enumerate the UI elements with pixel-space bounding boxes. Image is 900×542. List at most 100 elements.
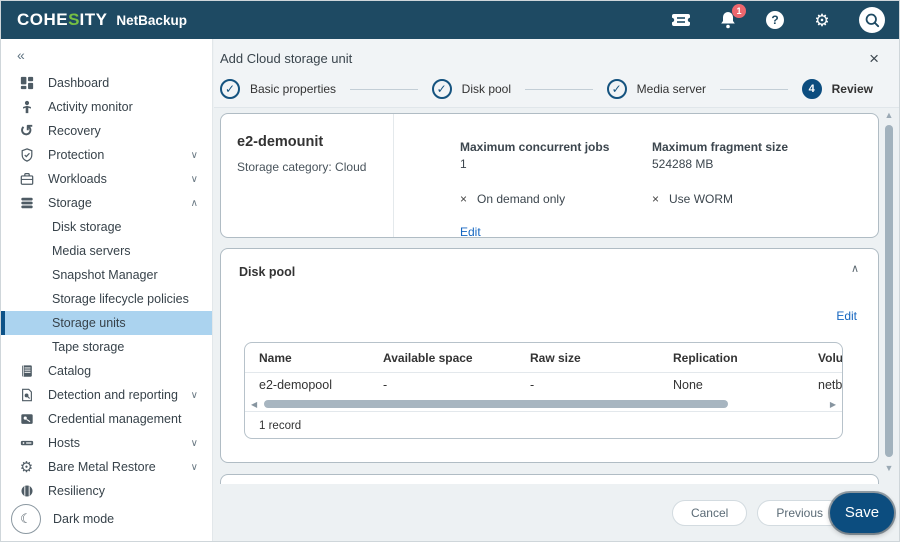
dashboard-icon xyxy=(18,75,35,92)
sidebar-collapse-button[interactable]: « xyxy=(1,39,212,71)
dark-mode-toggle[interactable]: ☾ Dark mode xyxy=(11,504,114,534)
collapse-chevrons-icon: « xyxy=(17,47,25,63)
sidebar-item-bare-metal-restore[interactable]: ⚙ Bare Metal Restore ∨ xyxy=(1,455,212,479)
sidebar-item-resiliency[interactable]: Resiliency xyxy=(1,479,212,503)
detection-report-icon xyxy=(18,387,35,404)
storage-category: Storage category: Cloud xyxy=(237,160,383,174)
cell-replication: None xyxy=(673,378,818,392)
chevron-down-icon: ∨ xyxy=(191,390,198,401)
cohesity-netbackup-logo: COHESITY NetBackup xyxy=(17,10,187,30)
sidebar-item-hosts[interactable]: Hosts ∨ xyxy=(1,431,212,455)
sidebar-item-credential-management[interactable]: Credential management xyxy=(1,407,212,431)
step-basic-properties[interactable]: ✓ Basic properties xyxy=(220,79,336,99)
scroll-left-icon[interactable]: ◀ xyxy=(251,400,257,409)
sidebar-item-tape-storage[interactable]: Tape storage xyxy=(1,335,212,359)
close-icon[interactable]: × xyxy=(869,50,879,67)
step-media-server[interactable]: ✓ Media server xyxy=(607,79,706,99)
settings-column-2: Maximum fragment size 524288 MB × Use WO… xyxy=(652,140,788,237)
wizard-header: Add Cloud storage unit × ✓ Basic propert… xyxy=(214,39,899,108)
step-label: Basic properties xyxy=(250,82,336,96)
search-avatar-icon[interactable] xyxy=(859,7,885,33)
step-check-icon: ✓ xyxy=(607,79,627,99)
sidebar-item-storage-units[interactable]: Storage units xyxy=(1,311,212,335)
table-row[interactable]: e2-demopool - - None netbackup xyxy=(245,373,842,397)
resiliency-icon xyxy=(18,483,35,500)
step-label: Disk pool xyxy=(462,82,511,96)
sidebar-item-label: Storage xyxy=(48,196,92,210)
sidebar-item-label: Bare Metal Restore xyxy=(48,460,156,474)
hosts-server-icon xyxy=(18,435,35,452)
edit-disk-pool-link[interactable]: Edit xyxy=(836,309,857,323)
activity-monitor-icon xyxy=(18,99,35,116)
stepper-connector xyxy=(350,89,418,90)
review-summary-card: e2-demounit Storage category: Cloud Maxi… xyxy=(220,113,879,238)
field-label: Maximum fragment size xyxy=(652,140,788,154)
sidebar-item-recovery[interactable]: ↺ Recovery xyxy=(1,119,212,143)
step-disk-pool[interactable]: ✓ Disk pool xyxy=(432,79,511,99)
sidebar-item-protection[interactable]: Protection ∨ xyxy=(1,143,212,167)
vertical-scroll-thumb[interactable] xyxy=(885,125,893,457)
chevron-down-icon: ∨ xyxy=(191,150,198,161)
sidebar-item-label: Storage units xyxy=(52,316,126,330)
edit-basic-properties-link[interactable]: Edit xyxy=(460,225,481,239)
topbar-actions: 1 ? ⚙ xyxy=(671,7,885,33)
collapse-section-icon[interactable]: ∧ xyxy=(851,262,859,275)
column-header-replication: Replication xyxy=(673,351,818,365)
sidebar-nav: « Dashboard Activity monitor ↺ Reco xyxy=(1,39,213,541)
step-label: Media server xyxy=(637,82,706,96)
scroll-right-icon[interactable]: ▶ xyxy=(830,400,836,409)
page-title: Add Cloud storage unit xyxy=(220,51,881,66)
horizontal-scroll-thumb[interactable] xyxy=(264,400,728,408)
sidebar-item-disk-storage[interactable]: Disk storage xyxy=(1,215,212,239)
flag-label: Use WORM xyxy=(669,192,733,206)
horizontal-scrollbar: ◀ ▶ xyxy=(245,397,842,411)
logo-text-s: S xyxy=(68,10,79,30)
sidebar-item-label: Protection xyxy=(48,148,104,162)
help-icon[interactable]: ? xyxy=(765,10,785,30)
bare-metal-restore-gear-icon: ⚙ xyxy=(18,459,35,476)
disk-pool-section: Disk pool ∧ Edit Name Available space Ra… xyxy=(220,248,879,463)
sidebar-item-media-servers[interactable]: Media servers xyxy=(1,239,212,263)
sidebar-item-label: Detection and reporting xyxy=(48,388,178,402)
sidebar-item-activity-monitor[interactable]: Activity monitor xyxy=(1,95,212,119)
sidebar-item-workloads[interactable]: Workloads ∨ xyxy=(1,167,212,191)
step-review[interactable]: 4 Review xyxy=(802,79,873,99)
sidebar-item-catalog[interactable]: Catalog xyxy=(1,359,212,383)
sidebar-item-dashboard[interactable]: Dashboard xyxy=(1,71,212,95)
field-value: 524288 MB xyxy=(652,157,788,171)
stepper-connector xyxy=(525,89,593,90)
disk-pool-table: Name Available space Raw size Replicatio… xyxy=(244,342,843,439)
settings-gear-icon[interactable]: ⚙ xyxy=(812,10,832,30)
license-ticket-icon[interactable] xyxy=(671,10,691,30)
field-value: 1 xyxy=(460,157,652,171)
step-number-badge: 4 xyxy=(802,79,822,99)
cell-available-space: - xyxy=(383,378,530,392)
scroll-up-icon[interactable]: ▲ xyxy=(883,110,895,120)
credential-key-icon xyxy=(18,411,35,428)
notifications-bell-icon[interactable]: 1 xyxy=(718,10,738,30)
scroll-down-icon[interactable]: ▼ xyxy=(883,463,895,473)
sidebar-item-label: Workloads xyxy=(48,172,107,186)
protection-shield-icon xyxy=(18,147,35,164)
cell-volumes: netbackup xyxy=(818,378,842,392)
sidebar-item-storage[interactable]: Storage ∧ xyxy=(1,191,212,215)
sidebar-item-label: Activity monitor xyxy=(48,100,133,114)
column-header-name: Name xyxy=(245,351,383,365)
top-bar: COHESITY NetBackup 1 xyxy=(1,1,899,39)
sidebar-item-label: Disk storage xyxy=(52,220,121,234)
column-header-volumes: Volumes xyxy=(818,351,842,365)
chevron-down-icon: ∨ xyxy=(191,438,198,449)
stepper-connector xyxy=(720,89,788,90)
workloads-briefcase-icon xyxy=(18,171,35,188)
sidebar-item-storage-lifecycle-policies[interactable]: Storage lifecycle policies xyxy=(1,287,212,311)
field-label: Maximum concurrent jobs xyxy=(460,140,652,154)
sidebar-item-label: Recovery xyxy=(48,124,101,138)
sidebar-item-detection-and-reporting[interactable]: Detection and reporting ∨ xyxy=(1,383,212,407)
cell-name: e2-demopool xyxy=(245,378,383,392)
cancel-button[interactable]: Cancel xyxy=(672,500,747,526)
save-button[interactable]: Save xyxy=(830,493,894,533)
sidebar-item-snapshot-manager[interactable]: Snapshot Manager xyxy=(1,263,212,287)
sidebar-item-label: Dashboard xyxy=(48,76,109,90)
sidebar-item-label: Storage lifecycle policies xyxy=(52,292,189,306)
chevron-down-icon: ∨ xyxy=(191,462,198,473)
